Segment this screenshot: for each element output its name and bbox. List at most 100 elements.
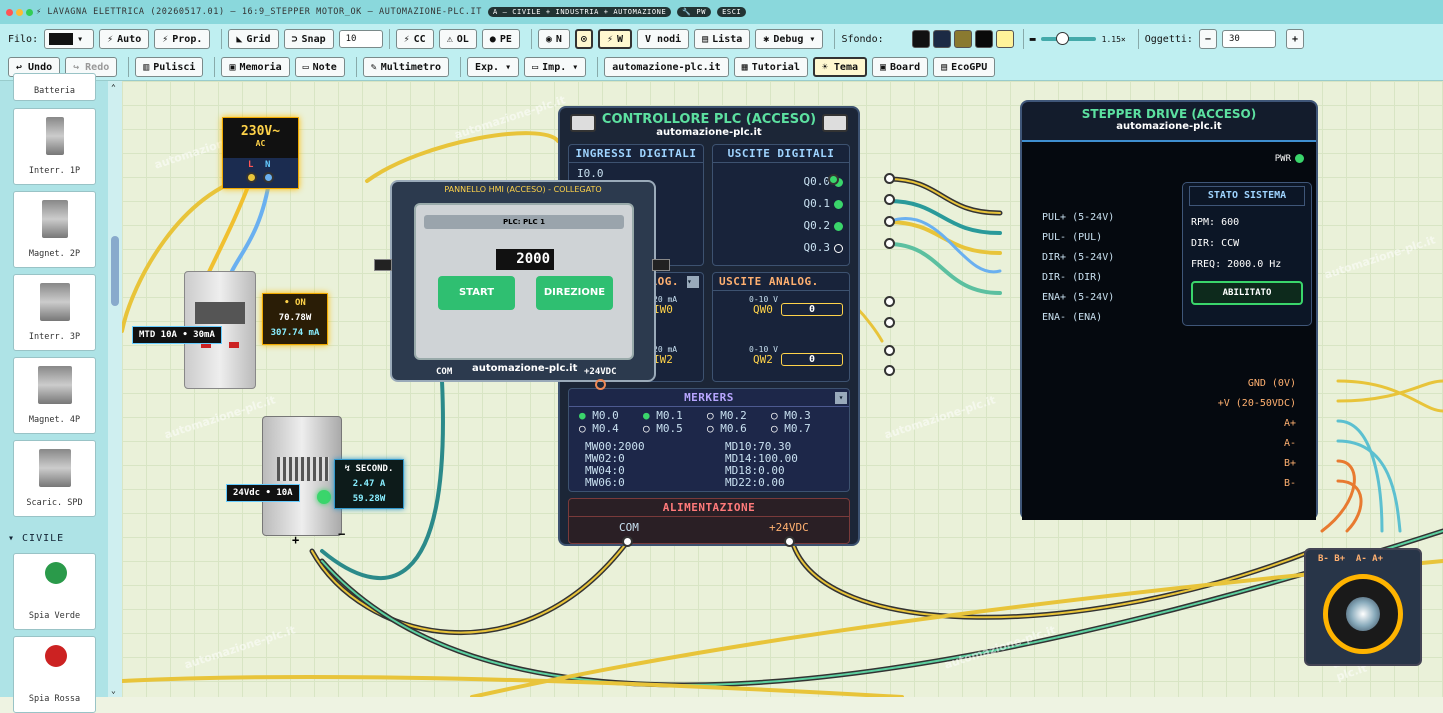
component-green-lamp[interactable]: Spia Verde: [13, 553, 96, 630]
merkers-title: MERKERS: [569, 389, 849, 407]
merker-m0-1[interactable]: ● M0.1: [643, 409, 707, 422]
objects-input[interactable]: 30: [1221, 30, 1276, 48]
sidebar-scrollbar[interactable]: ⌃ ⌄: [108, 81, 122, 697]
close-dot-icon[interactable]: [6, 8, 13, 16]
list-button[interactable]: ▤ Lista: [694, 29, 751, 49]
output-row[interactable]: Q0.3: [804, 241, 843, 254]
merker-m0-4[interactable]: ○ M0.4: [579, 422, 643, 435]
q0-3-out-terminal[interactable]: [884, 238, 895, 249]
psu-24v[interactable]: [262, 416, 342, 536]
cc-button[interactable]: ⚡ CC: [395, 29, 434, 49]
component-interr-3p[interactable]: Interr. 3P: [13, 274, 96, 351]
terminal-l[interactable]: [246, 172, 257, 183]
wire-color-select[interactable]: ▾: [44, 29, 95, 49]
site-link[interactable]: automazione-plc.it: [604, 57, 729, 77]
maximize-dot-icon[interactable]: [26, 8, 33, 16]
ol-button[interactable]: ⚠ OL: [438, 29, 477, 49]
merker-m0-5[interactable]: ○ M0.5: [643, 422, 707, 435]
hmi-value-display[interactable]: 2000: [496, 249, 554, 270]
bg-swatch-olive[interactable]: [953, 30, 972, 48]
ao-terminal[interactable]: [884, 317, 895, 328]
debug-button[interactable]: ✱ Debug ▾: [755, 29, 824, 49]
merker-m0-6[interactable]: ○ M0.6: [707, 422, 771, 435]
exit-button[interactable]: ESCI: [717, 7, 747, 17]
component-magnet-4p[interactable]: Magnet. 4P: [13, 357, 96, 434]
auto-button[interactable]: ⚡ Auto: [99, 29, 150, 49]
q0-1-out-terminal[interactable]: [884, 194, 895, 205]
target-button[interactable]: ⊙: [574, 29, 593, 49]
hmi-start-button[interactable]: START: [438, 276, 515, 310]
merker-m0-7[interactable]: ○ M0.7: [771, 422, 835, 435]
green-lamp-icon: [45, 562, 67, 584]
tutorial-button[interactable]: ▦ Tutorial: [733, 57, 808, 77]
hmi-direction-button[interactable]: DIREZIONE: [536, 276, 613, 310]
stepper-motor[interactable]: B- B+ A- A+: [1304, 548, 1422, 666]
pe-button[interactable]: ● PE: [481, 29, 520, 49]
merker-m0-2[interactable]: ○ M0.2: [707, 409, 771, 422]
qw0-value[interactable]: 0: [781, 303, 843, 316]
scrollbar-thumb[interactable]: [111, 236, 119, 306]
target-icon: ⊙: [580, 33, 587, 45]
pw-badge[interactable]: 🔧 PW: [677, 7, 712, 17]
board-button[interactable]: ▣ Board: [871, 57, 929, 77]
grid-button[interactable]: ◣ Grid: [228, 29, 279, 49]
memory-button[interactable]: ▣ Memoria: [221, 57, 290, 77]
neutral-button[interactable]: ◉ N: [537, 29, 570, 49]
merker-m0-3[interactable]: ○ M0.3: [771, 409, 835, 422]
q0-2-out-terminal[interactable]: [884, 216, 895, 227]
ao-terminal[interactable]: [884, 345, 895, 356]
voltage-nodes-button[interactable]: V nodi: [637, 29, 690, 49]
scroll-up-icon[interactable]: ⌃: [111, 83, 116, 92]
q0-0-out-terminal[interactable]: [884, 173, 895, 184]
scroll-down-icon[interactable]: ⌄: [111, 686, 116, 695]
merker-m0-0[interactable]: ● M0.0: [579, 409, 643, 422]
output-row[interactable]: Q0.1: [804, 197, 843, 210]
ao-terminal[interactable]: [884, 365, 895, 376]
hmi-24v-terminal[interactable]: [595, 379, 606, 390]
plc-com-terminal[interactable]: [622, 536, 633, 547]
ethernet-port-icon: [374, 259, 392, 271]
bg-swatch-dark[interactable]: [974, 30, 993, 48]
component-interr-1p[interactable]: Interr. 1P: [13, 108, 96, 185]
bg-swatch-navy[interactable]: [932, 30, 951, 48]
hmi-panel[interactable]: PANNELLO HMI (ACCESO) - COLLEGATO PLC: P…: [390, 180, 656, 382]
input-i0-0[interactable]: I0.0: [577, 167, 604, 180]
collapse-icon[interactable]: ▾: [835, 392, 847, 404]
import-button[interactable]: ▭ Imp. ▾: [524, 57, 587, 77]
watt-button[interactable]: ⚡ W: [597, 29, 633, 49]
snap-value-input[interactable]: 10: [338, 30, 383, 48]
bg-swatch-yellow[interactable]: [995, 30, 1014, 48]
ao-terminal[interactable]: [884, 296, 895, 307]
plc-24v-terminal[interactable]: [784, 536, 795, 547]
component-spd[interactable]: Scaric. SPD: [13, 440, 96, 517]
drive-input-label: DIR+ (5-24V): [1042, 252, 1115, 263]
ac-supply[interactable]: 230V~ AC L N: [222, 117, 299, 189]
objects-increment-button[interactable]: +: [1285, 29, 1304, 49]
output-row[interactable]: Q0.2: [804, 219, 843, 232]
component-battery[interactable]: Batteria: [13, 73, 96, 101]
monitor-icon: ▬: [1029, 33, 1036, 45]
multimeter-button[interactable]: ✎ Multimetro: [362, 57, 449, 77]
objects-decrement-button[interactable]: −: [1198, 29, 1217, 49]
zoom-slider[interactable]: [1040, 32, 1096, 45]
q0-0-terminal[interactable]: [828, 174, 839, 185]
export-button[interactable]: Exp. ▾: [467, 57, 520, 77]
component-red-lamp[interactable]: Spia Rossa: [13, 636, 96, 713]
bg-swatch-black[interactable]: [911, 30, 930, 48]
notes-button[interactable]: ▭ Note: [294, 57, 345, 77]
minimize-dot-icon[interactable]: [16, 8, 23, 16]
terminal-n[interactable]: [263, 172, 274, 183]
slider-handle[interactable]: [1055, 32, 1069, 45]
component-magnet-2p[interactable]: Magnet. 2P: [13, 191, 96, 268]
snap-button[interactable]: ⊃ Snap: [283, 29, 334, 49]
prop-button[interactable]: ⚡ Prop.: [154, 29, 211, 49]
section-civile[interactable]: ▾ CIVILE: [8, 533, 64, 544]
drawing-canvas[interactable]: automazione-plc.it automazione-plc.it au…: [122, 81, 1443, 697]
qw2-value[interactable]: 0: [781, 353, 843, 366]
ecogpu-button[interactable]: ▤ EcoGPU: [933, 57, 996, 77]
main-toolbar: Filo: ▾ ⚡ Auto ⚡ Prop. ◣ Grid ⊃ Snap 10 ⚡ CC …: [0, 24, 1443, 54]
clear-button[interactable]: ▥ Pulisci: [135, 57, 204, 77]
collapse-icon[interactable]: ▾: [687, 276, 699, 288]
theme-button[interactable]: ☀ Tema: [812, 57, 867, 77]
stepper-drive[interactable]: STEPPER DRIVE (ACCESO) automazione-plc.i…: [1020, 100, 1318, 520]
